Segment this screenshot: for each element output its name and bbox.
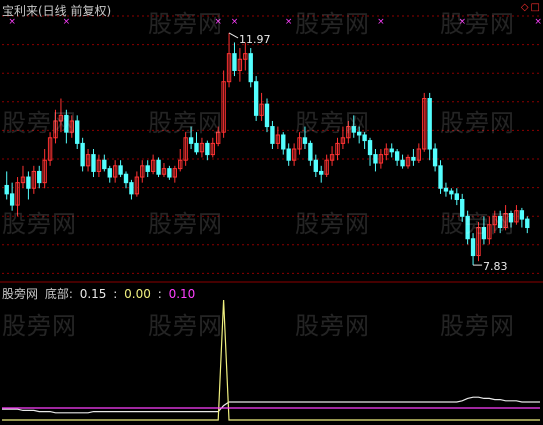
value-separator: :	[157, 287, 162, 301]
candle-body	[102, 159, 107, 170]
candle-body	[432, 148, 438, 167]
watermark: 股旁网	[148, 312, 223, 340]
candle-body	[373, 154, 378, 164]
candle-body	[107, 168, 112, 178]
candle-body	[91, 154, 96, 172]
candle-body	[470, 238, 476, 257]
candle-body	[281, 134, 286, 150]
watermark: 股旁网	[440, 312, 515, 340]
indicator-value-magenta: 0.10	[168, 287, 196, 301]
watermark: 股旁网	[440, 210, 515, 238]
watermark: 股旁网	[2, 210, 77, 238]
candle-body	[156, 159, 161, 175]
chart-title: 宝利来(日线 前复权)	[2, 4, 112, 18]
candle	[248, 48, 253, 88]
candle-body	[37, 170, 42, 184]
watermark: 股旁网	[148, 10, 223, 38]
watermark: 股旁网	[295, 210, 370, 238]
watermark: 股旁网	[295, 10, 370, 38]
candle	[253, 76, 259, 121]
close-icon[interactable]: □	[531, 2, 540, 13]
candle-body	[188, 137, 194, 144]
signal-mark: ×	[534, 17, 542, 27]
candle-body	[313, 159, 318, 172]
signal-mark: ×	[231, 17, 239, 27]
indicator-header: 股旁网 底部: 0.15 : 0.00 : 0.10	[2, 285, 198, 302]
candle-body	[519, 210, 525, 220]
candle-body	[232, 53, 237, 71]
candle-body	[308, 142, 313, 161]
candle-body	[400, 159, 405, 167]
candle-body	[411, 156, 416, 161]
candle-body	[286, 148, 291, 161]
watermark: 股旁网	[148, 109, 223, 137]
signal-mark: ×	[285, 17, 293, 27]
candle-body	[270, 126, 275, 144]
candle-body	[454, 193, 459, 200]
indicator-source: 股旁网	[2, 287, 39, 301]
watermark: 股旁网	[440, 109, 515, 137]
candle-body	[26, 176, 31, 189]
candle-body	[319, 170, 324, 175]
candle-body	[4, 184, 9, 195]
candle-body	[123, 173, 129, 184]
annotation-label: 11.97	[239, 33, 271, 46]
candle-body	[389, 148, 394, 153]
candle-body	[205, 142, 210, 156]
candle-body	[253, 81, 259, 116]
indicator-value-yellow: 0.00	[124, 287, 151, 301]
watermark: 股旁网	[440, 10, 515, 38]
candle-body	[194, 142, 199, 153]
watermark: 股旁网	[2, 312, 77, 340]
candle-body	[367, 140, 373, 156]
diamond-icon[interactable]: ◇	[521, 2, 529, 13]
value-separator: :	[113, 287, 118, 301]
candle-body	[525, 218, 530, 229]
candle-body	[449, 190, 454, 195]
candle-body	[248, 53, 253, 83]
candle-body	[427, 98, 432, 150]
candle-body	[145, 165, 150, 172]
watermark: 股旁网	[2, 109, 77, 137]
candle-body	[302, 137, 308, 144]
signal-mark: ×	[377, 17, 385, 27]
watermark: 股旁网	[295, 109, 370, 137]
candle-body	[167, 168, 172, 178]
candle-body	[443, 187, 449, 192]
corner-controls: ◇ □	[519, 2, 540, 13]
candle-body	[129, 182, 134, 195]
watermark: 股旁网	[148, 210, 223, 238]
candle-body	[80, 142, 85, 167]
candle	[156, 157, 161, 178]
watermark: 股旁网	[295, 312, 370, 340]
indicator-value-white: 0.15	[79, 287, 107, 301]
annotation-label: 7.83	[483, 260, 508, 273]
indicator-name: 底部:	[44, 287, 73, 301]
candle-body	[394, 151, 400, 161]
candle-body	[438, 165, 443, 189]
candle-body	[118, 165, 123, 175]
candle-body	[264, 103, 270, 128]
